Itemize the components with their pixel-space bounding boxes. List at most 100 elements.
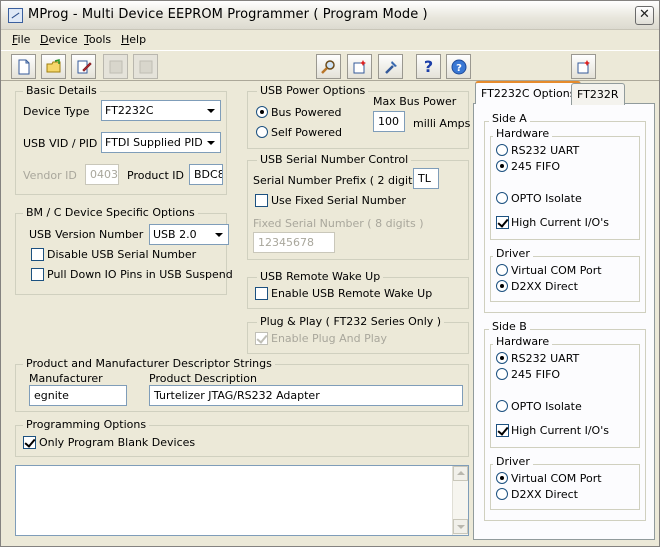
tab-ft2232c-options[interactable]: FT2232C Options bbox=[475, 81, 582, 104]
side-b-d2xx-label: D2XX Direct bbox=[511, 488, 578, 501]
disabled-button-2 bbox=[133, 54, 158, 79]
remote-wake-checkbox[interactable] bbox=[255, 287, 268, 300]
options-tab-pane: Side A Hardware RS232 UART 245 FIFO OPTO… bbox=[473, 103, 655, 540]
side-a-opto-radio[interactable] bbox=[496, 192, 508, 204]
menu-device[interactable]: Device bbox=[40, 33, 78, 46]
scan-button[interactable] bbox=[316, 54, 341, 79]
usb-version-select[interactable]: USB 2.0 bbox=[149, 224, 229, 245]
product-description-label: Product Description bbox=[149, 372, 257, 385]
side-a-d2xx-radio[interactable] bbox=[496, 280, 508, 292]
prefix-label: Serial Number Prefix ( 2 digits ) bbox=[253, 174, 426, 187]
disabled-2-icon bbox=[139, 60, 153, 74]
side-b-title: Side B bbox=[489, 320, 530, 333]
side-b-opto-label: OPTO Isolate bbox=[511, 400, 582, 413]
prefix-field[interactable]: TL bbox=[413, 168, 439, 189]
chevron-down-icon[interactable] bbox=[202, 102, 219, 119]
side-b-hardware-title: Hardware bbox=[493, 335, 553, 348]
open-button[interactable] bbox=[41, 54, 66, 79]
disabled-button-1 bbox=[103, 54, 128, 79]
edit-button[interactable] bbox=[71, 54, 96, 79]
title-bar[interactable]: MProg - Multi Device EEPROM Programmer (… bbox=[1, 1, 659, 30]
program-button[interactable] bbox=[347, 54, 372, 79]
new-file-icon bbox=[18, 59, 30, 75]
device-program-icon bbox=[577, 60, 590, 74]
help-button[interactable]: ? bbox=[416, 54, 441, 79]
milli-amps-label: milli Amps bbox=[413, 117, 471, 130]
side-a-hardware-title: Hardware bbox=[493, 127, 553, 140]
vendor-id-field: 0403 bbox=[85, 164, 119, 185]
plug-play-title: Plug & Play ( FT232 Series Only ) bbox=[257, 315, 445, 328]
side-a-high-current-checkbox[interactable] bbox=[496, 216, 509, 229]
side-b-driver-group bbox=[490, 464, 640, 510]
tab-ft232r[interactable]: FT232R bbox=[571, 83, 625, 105]
menu-tools[interactable]: Tools bbox=[84, 33, 111, 46]
self-powered-label: Self Powered bbox=[271, 126, 342, 139]
device-program-button[interactable] bbox=[571, 54, 596, 79]
max-bus-power-label: Max Bus Power bbox=[373, 95, 457, 108]
power-options-title: USB Power Options bbox=[257, 84, 369, 97]
use-fixed-serial-checkbox[interactable] bbox=[255, 194, 268, 207]
descriptor-title: Product and Manufacturer Descriptor Stri… bbox=[23, 357, 275, 370]
bmc-options-title: BM / C Device Specific Options bbox=[23, 206, 198, 219]
product-id-label: Product ID bbox=[127, 169, 184, 182]
bus-powered-radio[interactable] bbox=[256, 106, 268, 118]
side-a-vcp-radio[interactable] bbox=[496, 264, 508, 276]
use-fixed-serial-label: Use Fixed Serial Number bbox=[271, 194, 406, 207]
side-b-d2xx-radio[interactable] bbox=[496, 488, 508, 500]
remote-wake-title: USB Remote Wake Up bbox=[257, 270, 384, 283]
menu-bar: File Device Tools Help bbox=[1, 30, 659, 49]
remote-wake-label: Enable USB Remote Wake Up bbox=[271, 287, 433, 300]
log-scrollbar[interactable] bbox=[452, 466, 468, 535]
product-description-field[interactable]: Turtelizer JTAG/RS232 Adapter bbox=[149, 385, 463, 406]
blank-only-checkbox[interactable] bbox=[23, 436, 36, 449]
fixed-serial-label: Fixed Serial Number ( 8 digits ) bbox=[253, 217, 424, 230]
side-b-vcp-radio[interactable] bbox=[496, 472, 508, 484]
usb-vid-pid-select[interactable]: FTDI Supplied PID bbox=[101, 132, 221, 153]
help-icon: ? bbox=[423, 57, 434, 76]
scroll-up-icon[interactable] bbox=[453, 466, 468, 481]
tools-button[interactable] bbox=[378, 54, 403, 79]
side-b-high-current-label: High Current I/O's bbox=[511, 424, 609, 437]
disabled-1-icon bbox=[109, 60, 123, 74]
new-button[interactable] bbox=[11, 54, 36, 79]
side-b-fifo-radio[interactable] bbox=[496, 368, 508, 380]
wrench-icon bbox=[385, 61, 397, 74]
side-b-rs232-radio[interactable] bbox=[496, 352, 508, 364]
self-powered-radio[interactable] bbox=[256, 126, 268, 138]
open-folder-icon bbox=[46, 59, 61, 73]
side-a-fifo-label: 245 FIFO bbox=[511, 160, 561, 173]
side-b-driver-title: Driver bbox=[493, 455, 533, 468]
disable-serial-label: Disable USB Serial Number bbox=[47, 248, 197, 261]
side-a-d2xx-label: D2XX Direct bbox=[511, 280, 578, 293]
side-a-rs232-label: RS232 UART bbox=[511, 144, 580, 157]
programming-options-title: Programming Options bbox=[23, 418, 150, 431]
about-icon: ? bbox=[451, 59, 467, 75]
chevron-down-icon[interactable] bbox=[202, 134, 219, 151]
max-bus-power-field[interactable]: 100 bbox=[373, 111, 405, 132]
scroll-down-icon[interactable] bbox=[453, 519, 468, 534]
svg-text:?: ? bbox=[456, 63, 462, 74]
side-b-vcp-label: Virtual COM Port bbox=[511, 472, 602, 485]
side-a-high-current-label: High Current I/O's bbox=[511, 216, 609, 229]
pull-down-checkbox[interactable] bbox=[31, 268, 44, 281]
product-id-field[interactable]: BDC8 bbox=[189, 164, 223, 185]
about-button[interactable]: ? bbox=[446, 54, 471, 79]
side-b-high-current-checkbox[interactable] bbox=[496, 424, 509, 437]
edit-icon bbox=[77, 60, 92, 74]
chevron-down-icon[interactable] bbox=[210, 226, 227, 243]
close-button[interactable]: ✕ bbox=[635, 6, 654, 25]
side-b-opto-radio[interactable] bbox=[496, 400, 508, 412]
device-type-select[interactable]: FT2232C bbox=[101, 100, 221, 121]
side-a-title: Side A bbox=[489, 112, 530, 125]
program-icon bbox=[353, 60, 366, 74]
side-a-rs232-radio[interactable] bbox=[496, 144, 508, 156]
disable-serial-checkbox[interactable] bbox=[31, 248, 44, 261]
menu-file[interactable]: File bbox=[12, 33, 30, 46]
output-log[interactable] bbox=[15, 465, 469, 536]
manufacturer-field[interactable]: egnite bbox=[29, 385, 127, 406]
plug-play-checkbox bbox=[255, 332, 268, 345]
search-icon bbox=[321, 60, 335, 74]
menu-help[interactable]: Help bbox=[121, 33, 146, 46]
pull-down-label: Pull Down IO Pins in USB Suspend bbox=[47, 268, 233, 281]
side-a-fifo-radio[interactable] bbox=[496, 160, 508, 172]
